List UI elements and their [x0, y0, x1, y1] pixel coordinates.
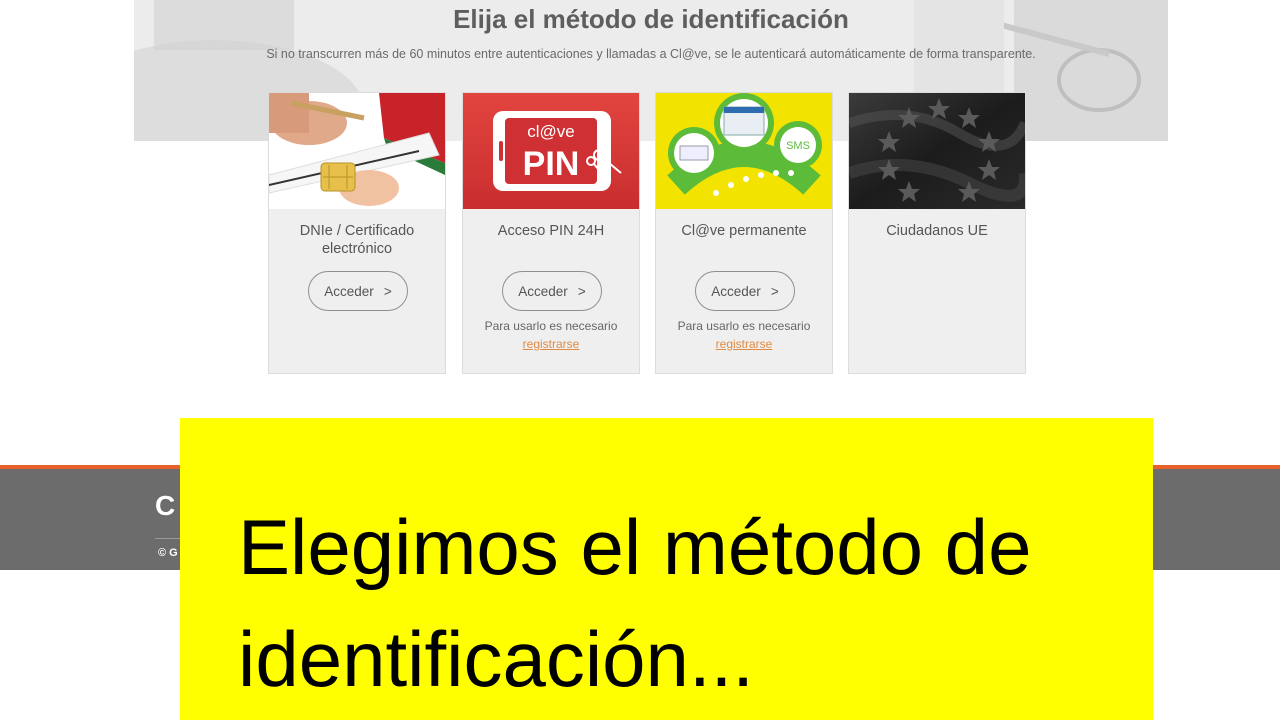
button-label: Acceder [518, 283, 568, 299]
page: Elija el método de identificación Si no … [0, 0, 1280, 720]
register-note: Para usarlo es necesario [677, 319, 811, 333]
register-link-pin[interactable]: registrarse [463, 337, 639, 351]
card-title: Ciudadanos UE [886, 223, 988, 239]
page-title: Elija el método de identificación [453, 4, 849, 34]
clave-permanente-image: SMS [656, 93, 832, 209]
caption-text: Elegimos el método de identificación... [238, 503, 1032, 703]
acceder-pin-button[interactable]: Acceder > [502, 271, 602, 311]
sms-badge: SMS [786, 140, 810, 152]
acceder-dnie-button[interactable]: Acceder > [308, 271, 408, 311]
card-clave-permanente: SMS Cl@ve permanente Acceder > Para usar… [655, 92, 833, 374]
card-title: DNIe / Certificado electrónico [299, 223, 415, 257]
eu-flag-image [849, 93, 1025, 209]
button-label: Acceder [324, 283, 374, 299]
chevron-right-icon: > [383, 283, 392, 299]
dnie-image [269, 93, 445, 209]
chevron-right-icon: > [577, 283, 586, 299]
chevron-right-icon: > [770, 283, 779, 299]
pin-logo-bottom: PIN [523, 145, 580, 183]
button-label: Acceder [711, 283, 761, 299]
clave-pin-image: cl@ve PIN [463, 93, 639, 209]
register-link-permanente[interactable]: registrarse [656, 337, 832, 351]
video-caption-overlay: Elegimos el método de identificación... [180, 418, 1153, 720]
footer-logo: C [155, 490, 176, 521]
page-subtitle: Si no transcurren más de 60 minutos entr… [266, 47, 1036, 61]
card-dnie: DNIe / Certificado electrónico Acceder > [268, 92, 446, 374]
card-title: Cl@ve permanente [681, 223, 807, 239]
card-ciudadanos-ue[interactable]: Ciudadanos UE [848, 92, 1026, 374]
pin-logo-top: cl@ve [527, 122, 575, 141]
card-title: Acceso PIN 24H [497, 223, 605, 239]
register-note: Para usarlo es necesario [484, 319, 618, 333]
card-pin-24h: cl@ve PIN Acceso PIN 24H Acceder > Para … [462, 92, 640, 374]
acceder-clave-permanente-button[interactable]: Acceder > [695, 271, 795, 311]
footer-copyright: © G [158, 547, 178, 559]
